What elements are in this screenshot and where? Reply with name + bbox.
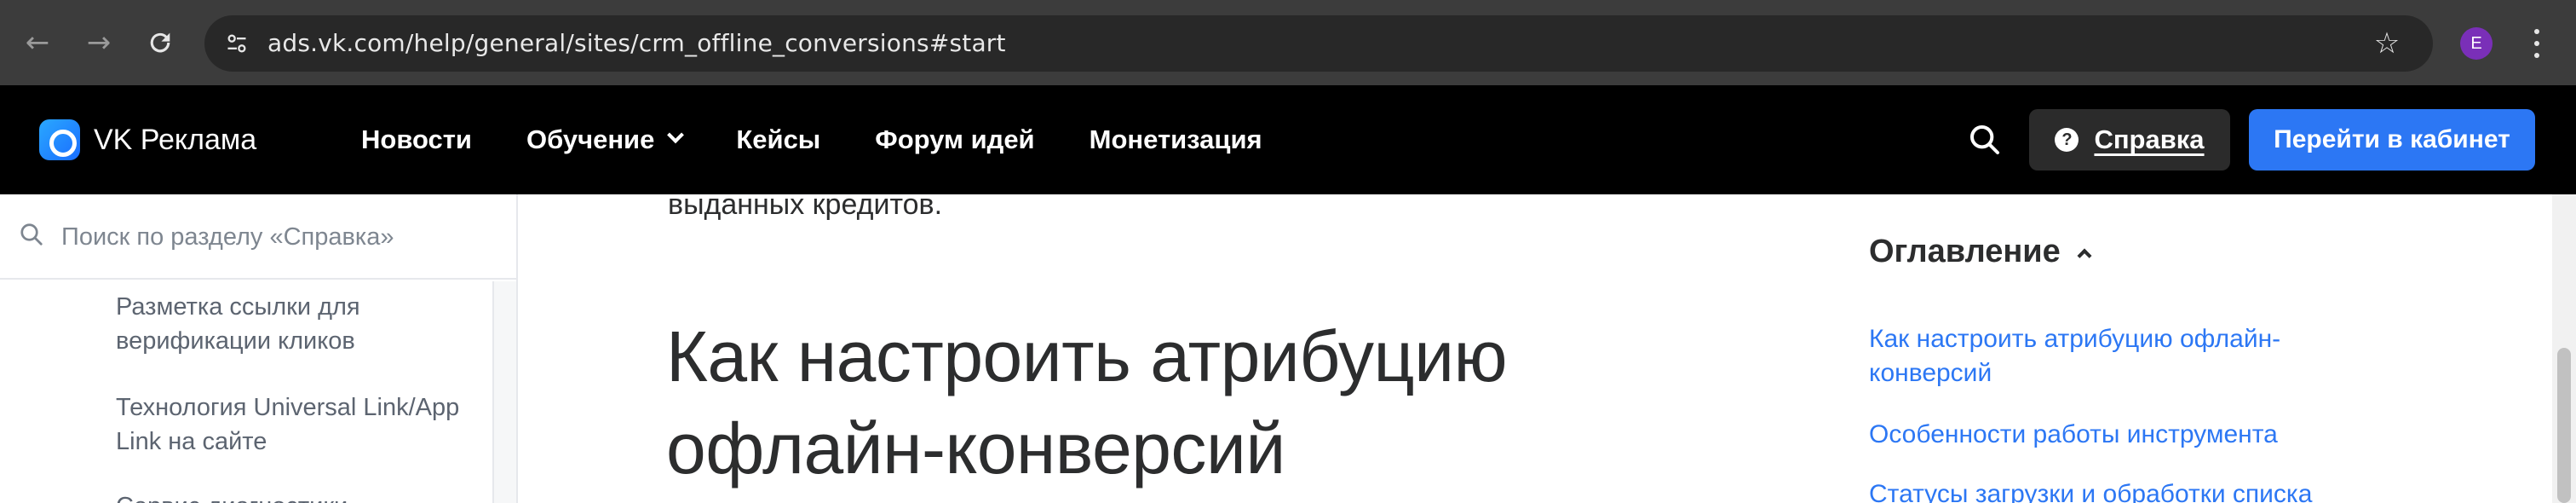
nav-item-news[interactable]: Новости (361, 124, 472, 155)
sidebar-search[interactable]: Поиск по разделу «Справка» (0, 194, 516, 280)
sidebar-item-link-markup[interactable]: Разметка ссылки для верификации кликов (116, 290, 474, 358)
scrollbar-thumb[interactable] (2557, 348, 2571, 503)
nav-item-ideas-forum[interactable]: Форум идей (875, 124, 1034, 155)
help-button[interactable]: ? Справка (2029, 109, 2230, 171)
sidebar-item-diagnostics[interactable]: Сервис диагностики (116, 489, 474, 503)
nav-label: Форум идей (875, 124, 1035, 154)
nav-label: Обучение (526, 124, 655, 154)
page-scrollbar[interactable] (2552, 194, 2576, 503)
bookmark-star-icon[interactable]: ☆ (2370, 26, 2404, 61)
nav-label: Новости (361, 124, 472, 154)
nav-label: Монетизация (1089, 124, 1262, 154)
site-settings-icon[interactable] (220, 26, 254, 61)
sidebar-item-universal-link[interactable]: Технология Universal Link/App Link на са… (116, 390, 474, 459)
chevron-up-icon (2077, 248, 2092, 263)
vk-ads-logo-icon (39, 119, 80, 160)
search-icon[interactable] (1968, 123, 2002, 157)
logo[interactable]: VK Реклама (39, 119, 256, 160)
toc-link-features[interactable]: Особенности работы инструмента (1869, 418, 2346, 452)
question-icon: ? (2055, 128, 2079, 152)
nav-label: Кейсы (736, 124, 821, 154)
table-of-contents: Оглавление Как настроить атрибуцию офлай… (1869, 194, 2380, 503)
sidebar-scrollbar[interactable] (492, 281, 516, 503)
section-heading: Как настроить атрибуцию офлайн-конверсий (666, 316, 1508, 489)
url-text[interactable]: ads.vk.com/help/general/sites/crm_offlin… (267, 15, 1006, 72)
chevron-down-icon (667, 126, 685, 144)
reload-icon[interactable] (140, 22, 181, 63)
browser-toolbar: ← → ads.vk.com/help/general/sites/crm_of… (0, 0, 2576, 85)
go-to-cabinet-button[interactable]: Перейти в кабинет (2249, 109, 2535, 171)
sidebar-search-input[interactable]: Поиск по разделу «Справка» (61, 194, 394, 280)
logo-text: VK Реклама (94, 123, 257, 156)
profile-avatar[interactable]: E (2460, 27, 2493, 60)
back-arrow-icon[interactable]: ← (17, 22, 58, 63)
help-label: Справка (2094, 124, 2205, 154)
forward-arrow-icon[interactable]: → (78, 22, 119, 63)
sidebar-list: Разметка ссылки для верификации кликов Т… (0, 281, 492, 503)
toc-link-statuses[interactable]: Статусы загрузки и обработки списка (1869, 477, 2346, 503)
site-header: VK Реклама Новости Обучение Кейсы Форум … (0, 85, 2576, 194)
article-content: выданных кредитов. Как настроить атрибуц… (520, 194, 1780, 503)
paragraph-text: выданных кредитов. (668, 194, 943, 221)
nav-item-monetization[interactable]: Монетизация (1090, 124, 1262, 155)
nav-item-learning[interactable]: Обучение (526, 124, 685, 155)
toc-toggle[interactable]: Оглавление (1869, 234, 2092, 270)
address-bar[interactable]: ads.vk.com/help/general/sites/crm_offlin… (204, 15, 2433, 72)
nav-item-cases[interactable]: Кейсы (736, 124, 820, 155)
toc-link-setup[interactable]: Как настроить атрибуцию офлайн-конверсий (1869, 322, 2346, 390)
search-icon (19, 222, 46, 249)
toc-title: Оглавление (1869, 234, 2061, 269)
top-nav: Новости Обучение Кейсы Форум идей Монети… (361, 85, 1317, 194)
sidebar: Поиск по разделу «Справка» Разметка ссыл… (0, 194, 518, 503)
browser-menu-icon[interactable] (2528, 26, 2545, 61)
